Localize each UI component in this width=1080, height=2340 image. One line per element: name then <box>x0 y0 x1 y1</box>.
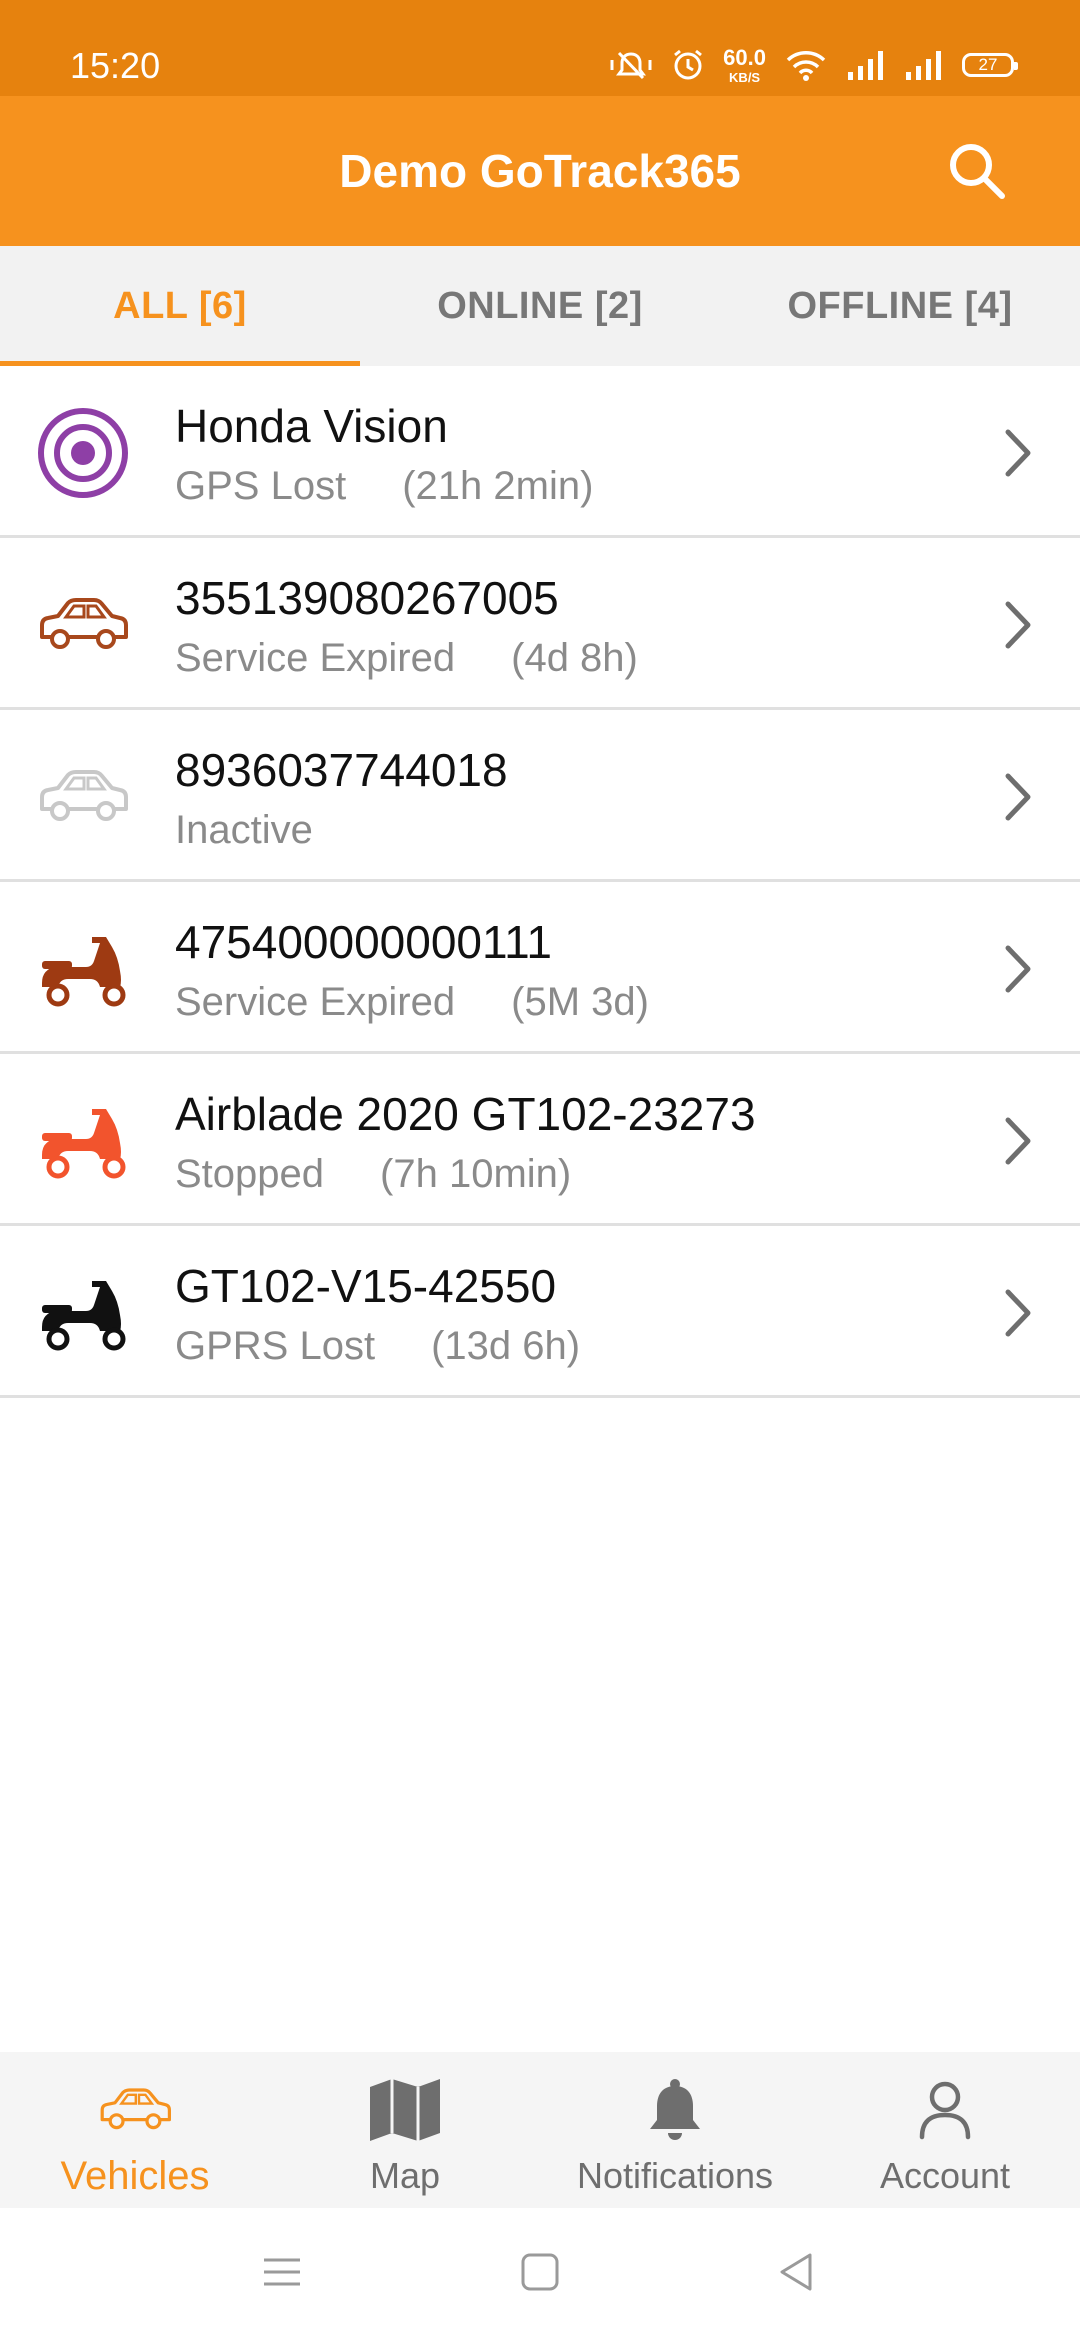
wifi-icon <box>784 48 828 82</box>
vehicle-name: 8936037744018 <box>175 744 508 796</box>
chevron-right-icon <box>1005 1117 1031 1165</box>
vehicle-status-duration: (21h 2min) <box>402 464 594 508</box>
nav-map[interactable]: Map <box>270 2052 540 2208</box>
network-speed-value: 60.0 <box>723 44 766 70</box>
vehicle-row[interactable]: Airblade 2020 GT102-23273 Stopped (7h 10m… <box>0 1054 1080 1226</box>
vehicle-row[interactable]: 355139080267005 Service Expired (4d 8h) <box>0 538 1080 710</box>
app-bar: Demo GoTrack365 <box>0 96 1080 246</box>
scooter-icon <box>36 1094 130 1188</box>
scooter-icon <box>36 922 130 1016</box>
back-triangle-icon <box>780 2253 812 2291</box>
vehicle-name: 355139080267005 <box>175 572 559 624</box>
square-icon <box>521 2253 559 2291</box>
vehicle-status-duration: (4d 8h) <box>511 636 638 680</box>
vehicle-status-text: Service Expired <box>175 636 456 680</box>
chevron-right-icon <box>1005 1289 1031 1337</box>
mute-vibrate-icon <box>609 48 653 82</box>
nav-notifications-label: Notifications <box>576 2155 774 2196</box>
vehicle-name: 475400000000111 <box>175 916 552 968</box>
vehicle-status-text: Inactive <box>175 808 313 852</box>
vehicle-status-duration: (5M 3d) <box>511 980 649 1024</box>
nav-vehicles[interactable]: Vehicles <box>0 2052 270 2208</box>
signal-icon <box>846 48 886 82</box>
alarm-icon <box>671 48 705 82</box>
vehicle-row[interactable]: 8936037744018 Inactive <box>0 710 1080 882</box>
home-button[interactable] <box>520 2252 560 2297</box>
vehicle-status: Stopped (7h 10min) <box>175 1150 571 1198</box>
vehicle-status: GPRS Lost (13d 6h) <box>175 1322 580 1370</box>
bottom-navigation: Vehicles Map Notifications Account <box>0 2052 1080 2208</box>
network-speed: 60.0 KB/S <box>723 44 766 85</box>
chevron-right-icon <box>1005 429 1031 477</box>
search-button[interactable] <box>944 138 1010 204</box>
status-time: 15:20 <box>70 45 161 86</box>
gps-target-icon <box>36 406 130 500</box>
tab-offline[interactable]: OFFLINE [4] <box>720 246 1080 366</box>
car-icon <box>36 578 130 672</box>
person-icon <box>917 2072 973 2148</box>
vehicle-name: GT102-V15-42550 <box>175 1260 557 1312</box>
car-icon <box>36 750 130 844</box>
nav-notifications[interactable]: Notifications <box>540 2052 810 2208</box>
status-icons: 60.0 KB/S 27 <box>609 40 1018 90</box>
system-navigation-bar <box>0 2208 1080 2340</box>
status-bar: 15:20 60.0 KB/S 27 <box>0 0 1080 96</box>
vehicle-status-text: GPRS Lost <box>175 1324 376 1368</box>
chevron-right-icon <box>1005 773 1031 821</box>
page-title: Demo GoTrack365 <box>339 145 741 197</box>
nav-account-label: Account <box>879 2155 1011 2196</box>
vehicle-row[interactable]: Honda Vision GPS Lost (21h 2min) <box>0 366 1080 538</box>
vehicle-status-duration: (13d 6h) <box>431 1324 581 1368</box>
bell-icon <box>647 2072 703 2148</box>
battery-icon: 27 <box>962 53 1018 77</box>
chevron-right-icon <box>1005 945 1031 993</box>
vehicle-status: Inactive <box>175 806 313 854</box>
chevron-right-icon <box>1005 601 1031 649</box>
recent-apps-button[interactable] <box>262 2252 302 2297</box>
network-speed-unit: KB/S <box>729 69 761 85</box>
car-icon <box>97 2072 173 2148</box>
scooter-icon <box>36 1266 130 1360</box>
vehicle-status: Service Expired (5M 3d) <box>175 978 649 1026</box>
tab-online[interactable]: ONLINE [2] <box>360 246 720 366</box>
vehicle-list: Honda Vision GPS Lost (21h 2min) 35513908… <box>0 366 1080 1398</box>
nav-vehicles-label: Vehicles <box>60 2154 210 2198</box>
vehicle-name: Airblade 2020 GT102-23273 <box>175 1088 756 1140</box>
vehicle-status-duration: (7h 10min) <box>380 1152 572 1196</box>
signal-icon <box>904 48 944 82</box>
nav-account[interactable]: Account <box>810 2052 1080 2208</box>
vehicle-status-text: Service Expired <box>175 980 456 1024</box>
vehicle-status: Service Expired (4d 8h) <box>175 634 638 682</box>
vehicle-row[interactable]: 475400000000111 Service Expired (5M 3d) <box>0 882 1080 1054</box>
tab-all[interactable]: ALL [6] <box>0 246 360 366</box>
vehicle-row[interactable]: GT102-V15-42550 GPRS Lost (13d 6h) <box>0 1226 1080 1398</box>
vehicle-status: GPS Lost (21h 2min) <box>175 462 593 510</box>
back-button[interactable] <box>776 2252 816 2297</box>
search-icon <box>950 144 1005 199</box>
filter-tabs: ALL [6] ONLINE [2] OFFLINE [4] <box>0 246 1080 366</box>
nav-map-label: Map <box>369 2155 441 2196</box>
map-icon <box>368 2072 442 2148</box>
menu-icon <box>264 2258 300 2286</box>
vehicle-status-text: Stopped <box>175 1152 325 1196</box>
vehicle-status-text: GPS Lost <box>175 464 347 508</box>
vehicle-name: Honda Vision <box>175 400 448 452</box>
